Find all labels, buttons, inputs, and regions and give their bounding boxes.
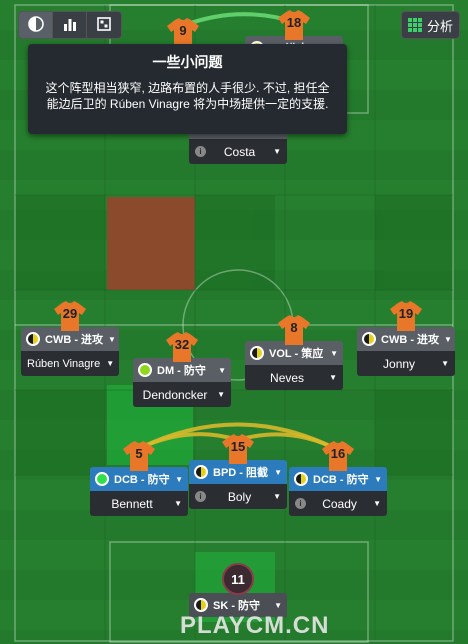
analysis-button[interactable]: 分析 bbox=[401, 11, 460, 39]
shirt-icon: 5 bbox=[123, 441, 155, 471]
watermark: PLAYCM.CN bbox=[180, 612, 330, 639]
shirt-number: 11 bbox=[231, 571, 245, 587]
shirt-number: 9 bbox=[179, 23, 187, 38]
duty-indicator bbox=[26, 332, 40, 346]
chevron-down-icon: ▼ bbox=[175, 474, 183, 484]
tab-stats[interactable] bbox=[53, 12, 87, 38]
tooltip-body: 这个阵型相当狭窄, 边路布置的人手很少. 不过, 担任全能边后卫的 Rúben … bbox=[45, 81, 330, 111]
role-label: VOL - 策应 bbox=[269, 348, 324, 360]
formation-tooltip: 一些小问题 这个阵型相当狭窄, 边路布置的人手很少. 不过, 担任全能边后卫的 … bbox=[28, 44, 347, 134]
role-label: BPD - 阻截 bbox=[213, 467, 268, 479]
shirt-number: 29 bbox=[62, 306, 78, 321]
chevron-down-icon: ▼ bbox=[106, 359, 115, 368]
shirt-icon: 19 bbox=[390, 301, 422, 331]
player-name-selector[interactable]: i Boly ▼ bbox=[189, 484, 287, 509]
player-card-16[interactable]: 16 DCB - 防守 ▼ i Coady ▼ bbox=[289, 441, 387, 516]
grid-icon bbox=[407, 18, 422, 32]
player-name-selector[interactable]: Rúben Vinagre ▼ bbox=[21, 351, 119, 376]
tab-contrast[interactable] bbox=[19, 12, 53, 38]
chevron-down-icon: ▼ bbox=[444, 334, 452, 344]
shirt-icon: 32 bbox=[166, 332, 198, 362]
chevron-down-icon: ▼ bbox=[274, 467, 282, 477]
chevron-down-icon: ▼ bbox=[441, 359, 449, 368]
duty-indicator bbox=[362, 332, 376, 346]
role-label: SK - 防守 bbox=[213, 600, 261, 612]
shirt-number: 18 bbox=[286, 15, 302, 30]
player-card-15[interactable]: 15 BPD - 阻截 ▼ i Boly ▼ bbox=[189, 434, 287, 509]
duty-indicator bbox=[138, 363, 152, 377]
player-card-29[interactable]: 29 CWB - 进攻 ▼ Rúben Vinagre ▼ bbox=[21, 301, 119, 376]
player-name: Jonny bbox=[383, 356, 416, 371]
chevron-down-icon: ▼ bbox=[217, 390, 225, 399]
duty-indicator bbox=[250, 346, 264, 360]
player-name-selector[interactable]: Jonny ▼ bbox=[357, 351, 455, 376]
analysis-label: 分析 bbox=[426, 18, 453, 34]
player-name-selector[interactable]: i Costa ▼ bbox=[189, 139, 287, 164]
shirt-icon: 29 bbox=[54, 301, 86, 331]
player-name: Coady bbox=[322, 496, 357, 511]
role-label: DM - 防守 bbox=[157, 365, 206, 377]
player-card-32[interactable]: 32 DM - 防守 ▼ Dendoncker ▼ bbox=[133, 332, 231, 407]
contrast-icon bbox=[27, 15, 44, 37]
info-icon[interactable]: i bbox=[295, 498, 306, 509]
keeper-shirt-icon: 11 bbox=[222, 563, 254, 595]
info-icon[interactable]: i bbox=[195, 491, 206, 502]
player-name: Rúben Vinagre bbox=[27, 357, 101, 370]
player-name: Costa bbox=[223, 144, 256, 159]
chevron-down-icon: ▼ bbox=[174, 499, 182, 508]
player-name-selector[interactable]: i Coady ▼ bbox=[289, 491, 387, 516]
player-name-selector[interactable]: Neves ▼ bbox=[245, 365, 343, 390]
duty-indicator bbox=[294, 472, 308, 486]
player-name: Neves bbox=[270, 370, 305, 385]
shirt-number: 15 bbox=[230, 439, 246, 454]
shirt-icon: 18 bbox=[278, 10, 310, 40]
role-label: DCB - 防守 bbox=[313, 474, 369, 486]
shirt-number: 32 bbox=[174, 337, 190, 352]
role-label: CWB - 进攻 bbox=[45, 334, 104, 346]
shirt-number: 8 bbox=[290, 320, 298, 335]
chevron-down-icon: ▼ bbox=[374, 474, 382, 484]
player-card-19[interactable]: 19 CWB - 进攻 ▼ Jonny ▼ bbox=[357, 301, 455, 376]
player-name: Bennett bbox=[111, 496, 153, 511]
player-name: Dendoncker bbox=[142, 387, 208, 402]
chevron-down-icon: ▼ bbox=[329, 373, 337, 382]
player-name-selector[interactable]: Dendoncker ▼ bbox=[133, 382, 231, 407]
player-card-5[interactable]: 5 DCB - 防守 ▼ Bennett ▼ bbox=[90, 441, 188, 516]
duty-indicator bbox=[194, 598, 208, 612]
bar-chart-icon bbox=[62, 16, 78, 37]
chevron-down-icon: ▼ bbox=[273, 492, 281, 501]
shirt-number: 5 bbox=[135, 446, 143, 461]
chevron-down-icon: ▼ bbox=[274, 600, 282, 610]
tooltip-title: 一些小问题 bbox=[152, 54, 223, 70]
tab-layout[interactable] bbox=[87, 12, 121, 38]
chevron-down-icon: ▼ bbox=[330, 348, 338, 358]
layout-icon bbox=[96, 16, 112, 37]
player-name-selector[interactable]: Bennett ▼ bbox=[90, 491, 188, 516]
shirt-number: 16 bbox=[330, 446, 346, 461]
duty-indicator bbox=[95, 472, 109, 486]
chevron-down-icon: ▼ bbox=[373, 499, 381, 508]
view-tabs bbox=[18, 11, 122, 39]
player-name: Boly bbox=[227, 489, 252, 504]
chevron-down-icon: ▼ bbox=[108, 334, 116, 344]
shirt-icon: 8 bbox=[278, 315, 310, 345]
role-label: CWB - 进攻 bbox=[381, 334, 440, 346]
shirt-number: 19 bbox=[398, 306, 414, 321]
duty-indicator bbox=[194, 465, 208, 479]
shirt-icon: 16 bbox=[322, 441, 354, 471]
info-icon[interactable]: i bbox=[195, 146, 206, 157]
chevron-down-icon: ▼ bbox=[218, 365, 226, 375]
player-card-8[interactable]: 8 VOL - 策应 ▼ Neves ▼ bbox=[245, 315, 343, 390]
chevron-down-icon: ▼ bbox=[273, 147, 281, 156]
shirt-icon: 15 bbox=[222, 434, 254, 464]
role-label: DCB - 防守 bbox=[114, 474, 170, 486]
